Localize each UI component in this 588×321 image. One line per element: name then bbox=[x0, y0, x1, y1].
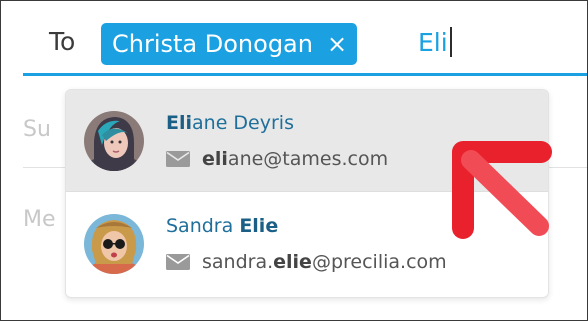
subject-field[interactable]: Su bbox=[23, 117, 51, 142]
red-arrow-annotation bbox=[452, 141, 552, 239]
to-input-text: Eli bbox=[418, 27, 448, 57]
to-field-underline bbox=[23, 73, 587, 76]
suggestion-name: Sandra Elie bbox=[166, 215, 279, 237]
to-input[interactable]: Eli bbox=[418, 27, 452, 57]
recipient-chip[interactable]: Christa Donogan × bbox=[101, 23, 358, 65]
recipient-chip-name: Christa Donogan bbox=[112, 30, 313, 58]
avatar bbox=[84, 214, 144, 274]
suggestion-email: eliane@tames.com bbox=[166, 148, 388, 170]
mail-icon bbox=[166, 151, 190, 167]
text-caret bbox=[449, 27, 452, 57]
mail-icon bbox=[166, 254, 190, 270]
close-icon[interactable]: × bbox=[327, 32, 347, 56]
compose-window: To Christa Donogan × Eli Su Me Eliane De… bbox=[0, 0, 588, 321]
to-label: To bbox=[49, 27, 76, 56]
message-field[interactable]: Me bbox=[23, 207, 56, 232]
suggestion-name: Eliane Deyris bbox=[166, 112, 294, 134]
avatar bbox=[84, 111, 144, 171]
suggestion-email: sandra.elie@precilia.com bbox=[166, 251, 447, 273]
